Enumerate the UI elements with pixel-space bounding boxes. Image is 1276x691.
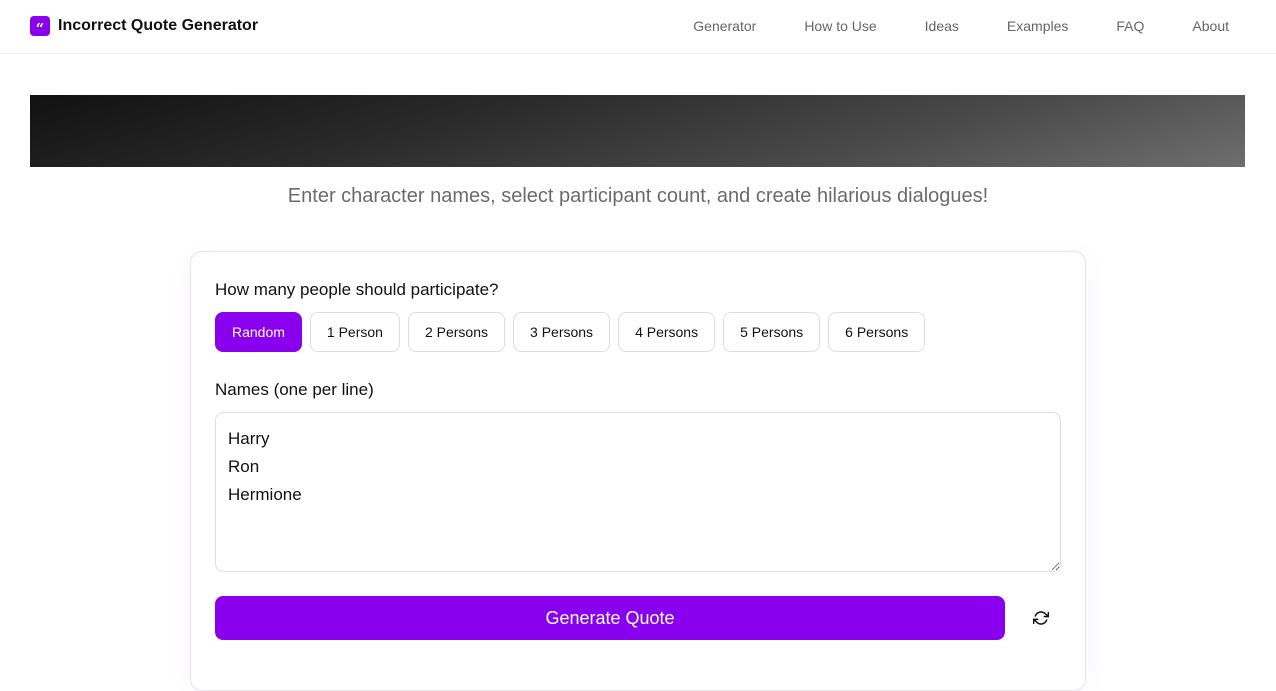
count-option-1-person[interactable]: 1 Person bbox=[309, 312, 400, 352]
brand[interactable]: “ Incorrect Quote Generator bbox=[30, 16, 258, 36]
names-label: Names (one per line) bbox=[215, 380, 374, 399]
refresh-icon bbox=[1033, 611, 1049, 625]
nav-link-about[interactable]: About bbox=[1192, 17, 1229, 35]
participant-count-label: How many people should participate? bbox=[215, 280, 499, 299]
count-option-5-persons[interactable]: 5 Persons bbox=[723, 312, 821, 352]
names-input[interactable]: Harry Ron Hermione bbox=[215, 412, 1061, 572]
count-option-4-persons[interactable]: 4 Persons bbox=[618, 312, 716, 352]
nav-link-faq[interactable]: FAQ bbox=[1116, 17, 1144, 35]
nav-link-generator[interactable]: Generator bbox=[693, 17, 756, 35]
site-header: “ Incorrect Quote Generator Generator Ho… bbox=[0, 0, 1276, 54]
nav-link-examples[interactable]: Examples bbox=[1007, 17, 1068, 35]
brand-title: Incorrect Quote Generator bbox=[58, 17, 259, 34]
refresh-button[interactable] bbox=[1025, 604, 1057, 632]
count-option-6-persons[interactable]: 6 Persons bbox=[828, 312, 926, 352]
nav-link-how-to-use[interactable]: How to Use bbox=[804, 17, 876, 35]
page-subtitle: Enter character names, select participan… bbox=[287, 185, 989, 207]
participant-count-options: Random 1 Person 2 Persons 3 Persons 4 Pe… bbox=[215, 312, 933, 352]
count-option-2-persons[interactable]: 2 Persons bbox=[407, 312, 506, 352]
count-option-3-persons[interactable]: 3 Persons bbox=[513, 312, 611, 352]
hero-banner bbox=[30, 95, 1245, 167]
quote-icon: “ bbox=[30, 16, 50, 36]
nav-link-ideas[interactable]: Ideas bbox=[925, 17, 959, 35]
generator-card: How many people should participate? Rand… bbox=[190, 251, 1086, 691]
generate-quote-button[interactable]: Generate Quote bbox=[215, 596, 1005, 640]
count-option-random[interactable]: Random bbox=[215, 312, 302, 352]
main-nav: Generator How to Use Ideas Examples FAQ … bbox=[645, 17, 1229, 35]
